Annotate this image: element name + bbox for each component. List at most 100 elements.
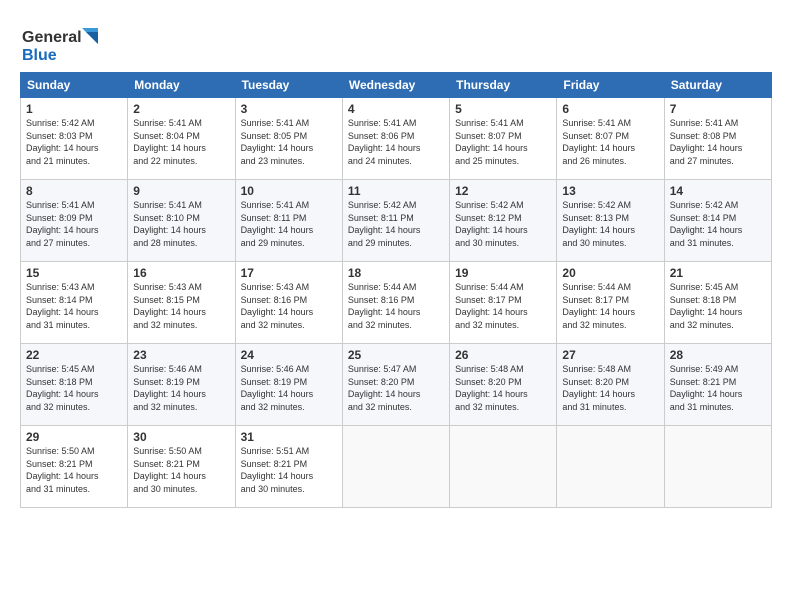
day-number: 27 [562, 348, 658, 362]
weekday-header-sunday: Sunday [21, 73, 128, 98]
day-number: 23 [133, 348, 229, 362]
calendar-cell: 5Sunrise: 5:41 AM Sunset: 8:07 PM Daylig… [450, 98, 557, 180]
calendar-cell: 9Sunrise: 5:41 AM Sunset: 8:10 PM Daylig… [128, 180, 235, 262]
day-info: Sunrise: 5:42 AM Sunset: 8:03 PM Dayligh… [26, 117, 122, 167]
calendar-week-5: 29Sunrise: 5:50 AM Sunset: 8:21 PM Dayli… [21, 426, 772, 508]
calendar-week-4: 22Sunrise: 5:45 AM Sunset: 8:18 PM Dayli… [21, 344, 772, 426]
day-info: Sunrise: 5:43 AM Sunset: 8:14 PM Dayligh… [26, 281, 122, 331]
day-number: 26 [455, 348, 551, 362]
day-info: Sunrise: 5:45 AM Sunset: 8:18 PM Dayligh… [670, 281, 766, 331]
day-info: Sunrise: 5:49 AM Sunset: 8:21 PM Dayligh… [670, 363, 766, 413]
day-info: Sunrise: 5:44 AM Sunset: 8:16 PM Dayligh… [348, 281, 444, 331]
calendar-cell: 17Sunrise: 5:43 AM Sunset: 8:16 PM Dayli… [235, 262, 342, 344]
calendar-week-1: 1Sunrise: 5:42 AM Sunset: 8:03 PM Daylig… [21, 98, 772, 180]
calendar-cell [450, 426, 557, 508]
calendar-cell: 23Sunrise: 5:46 AM Sunset: 8:19 PM Dayli… [128, 344, 235, 426]
logo: General Blue [20, 22, 110, 66]
weekday-header-saturday: Saturday [664, 73, 771, 98]
day-info: Sunrise: 5:41 AM Sunset: 8:06 PM Dayligh… [348, 117, 444, 167]
day-number: 4 [348, 102, 444, 116]
day-number: 8 [26, 184, 122, 198]
day-number: 28 [670, 348, 766, 362]
day-info: Sunrise: 5:41 AM Sunset: 8:09 PM Dayligh… [26, 199, 122, 249]
calendar-cell: 2Sunrise: 5:41 AM Sunset: 8:04 PM Daylig… [128, 98, 235, 180]
calendar-cell: 3Sunrise: 5:41 AM Sunset: 8:05 PM Daylig… [235, 98, 342, 180]
day-info: Sunrise: 5:41 AM Sunset: 8:05 PM Dayligh… [241, 117, 337, 167]
day-info: Sunrise: 5:43 AM Sunset: 8:15 PM Dayligh… [133, 281, 229, 331]
day-info: Sunrise: 5:42 AM Sunset: 8:13 PM Dayligh… [562, 199, 658, 249]
day-info: Sunrise: 5:42 AM Sunset: 8:14 PM Dayligh… [670, 199, 766, 249]
calendar-cell: 19Sunrise: 5:44 AM Sunset: 8:17 PM Dayli… [450, 262, 557, 344]
day-info: Sunrise: 5:41 AM Sunset: 8:04 PM Dayligh… [133, 117, 229, 167]
day-info: Sunrise: 5:42 AM Sunset: 8:11 PM Dayligh… [348, 199, 444, 249]
day-info: Sunrise: 5:45 AM Sunset: 8:18 PM Dayligh… [26, 363, 122, 413]
weekday-header-tuesday: Tuesday [235, 73, 342, 98]
day-number: 1 [26, 102, 122, 116]
calendar-cell: 1Sunrise: 5:42 AM Sunset: 8:03 PM Daylig… [21, 98, 128, 180]
day-info: Sunrise: 5:48 AM Sunset: 8:20 PM Dayligh… [455, 363, 551, 413]
day-info: Sunrise: 5:50 AM Sunset: 8:21 PM Dayligh… [26, 445, 122, 495]
header: General Blue [20, 18, 772, 66]
day-number: 19 [455, 266, 551, 280]
calendar-cell: 24Sunrise: 5:46 AM Sunset: 8:19 PM Dayli… [235, 344, 342, 426]
calendar-header: SundayMondayTuesdayWednesdayThursdayFrid… [21, 73, 772, 98]
calendar-cell: 12Sunrise: 5:42 AM Sunset: 8:12 PM Dayli… [450, 180, 557, 262]
calendar-cell [342, 426, 449, 508]
calendar-cell [557, 426, 664, 508]
day-number: 18 [348, 266, 444, 280]
calendar-week-3: 15Sunrise: 5:43 AM Sunset: 8:14 PM Dayli… [21, 262, 772, 344]
calendar-week-2: 8Sunrise: 5:41 AM Sunset: 8:09 PM Daylig… [21, 180, 772, 262]
day-info: Sunrise: 5:43 AM Sunset: 8:16 PM Dayligh… [241, 281, 337, 331]
logo-svg: General Blue [20, 22, 110, 66]
weekday-header-row: SundayMondayTuesdayWednesdayThursdayFrid… [21, 73, 772, 98]
calendar-cell: 14Sunrise: 5:42 AM Sunset: 8:14 PM Dayli… [664, 180, 771, 262]
day-number: 20 [562, 266, 658, 280]
calendar-cell: 29Sunrise: 5:50 AM Sunset: 8:21 PM Dayli… [21, 426, 128, 508]
calendar-cell: 8Sunrise: 5:41 AM Sunset: 8:09 PM Daylig… [21, 180, 128, 262]
day-info: Sunrise: 5:46 AM Sunset: 8:19 PM Dayligh… [241, 363, 337, 413]
calendar-cell: 13Sunrise: 5:42 AM Sunset: 8:13 PM Dayli… [557, 180, 664, 262]
day-info: Sunrise: 5:46 AM Sunset: 8:19 PM Dayligh… [133, 363, 229, 413]
calendar-cell: 25Sunrise: 5:47 AM Sunset: 8:20 PM Dayli… [342, 344, 449, 426]
calendar-cell: 10Sunrise: 5:41 AM Sunset: 8:11 PM Dayli… [235, 180, 342, 262]
day-number: 31 [241, 430, 337, 444]
day-number: 16 [133, 266, 229, 280]
calendar-cell: 7Sunrise: 5:41 AM Sunset: 8:08 PM Daylig… [664, 98, 771, 180]
day-info: Sunrise: 5:47 AM Sunset: 8:20 PM Dayligh… [348, 363, 444, 413]
calendar-cell: 6Sunrise: 5:41 AM Sunset: 8:07 PM Daylig… [557, 98, 664, 180]
calendar-cell: 21Sunrise: 5:45 AM Sunset: 8:18 PM Dayli… [664, 262, 771, 344]
day-number: 30 [133, 430, 229, 444]
calendar-cell: 18Sunrise: 5:44 AM Sunset: 8:16 PM Dayli… [342, 262, 449, 344]
day-number: 12 [455, 184, 551, 198]
day-number: 10 [241, 184, 337, 198]
day-number: 15 [26, 266, 122, 280]
day-info: Sunrise: 5:50 AM Sunset: 8:21 PM Dayligh… [133, 445, 229, 495]
calendar-cell: 4Sunrise: 5:41 AM Sunset: 8:06 PM Daylig… [342, 98, 449, 180]
calendar-cell: 31Sunrise: 5:51 AM Sunset: 8:21 PM Dayli… [235, 426, 342, 508]
day-info: Sunrise: 5:48 AM Sunset: 8:20 PM Dayligh… [562, 363, 658, 413]
weekday-header-wednesday: Wednesday [342, 73, 449, 98]
day-number: 22 [26, 348, 122, 362]
weekday-header-friday: Friday [557, 73, 664, 98]
calendar-cell: 20Sunrise: 5:44 AM Sunset: 8:17 PM Dayli… [557, 262, 664, 344]
weekday-header-thursday: Thursday [450, 73, 557, 98]
day-number: 17 [241, 266, 337, 280]
calendar-cell: 28Sunrise: 5:49 AM Sunset: 8:21 PM Dayli… [664, 344, 771, 426]
calendar-table: SundayMondayTuesdayWednesdayThursdayFrid… [20, 72, 772, 508]
calendar-cell: 11Sunrise: 5:42 AM Sunset: 8:11 PM Dayli… [342, 180, 449, 262]
day-number: 13 [562, 184, 658, 198]
day-number: 24 [241, 348, 337, 362]
calendar-cell: 16Sunrise: 5:43 AM Sunset: 8:15 PM Dayli… [128, 262, 235, 344]
calendar-cell: 30Sunrise: 5:50 AM Sunset: 8:21 PM Dayli… [128, 426, 235, 508]
day-info: Sunrise: 5:44 AM Sunset: 8:17 PM Dayligh… [562, 281, 658, 331]
day-info: Sunrise: 5:41 AM Sunset: 8:11 PM Dayligh… [241, 199, 337, 249]
calendar-cell: 22Sunrise: 5:45 AM Sunset: 8:18 PM Dayli… [21, 344, 128, 426]
weekday-header-monday: Monday [128, 73, 235, 98]
day-info: Sunrise: 5:42 AM Sunset: 8:12 PM Dayligh… [455, 199, 551, 249]
day-number: 11 [348, 184, 444, 198]
day-info: Sunrise: 5:41 AM Sunset: 8:10 PM Dayligh… [133, 199, 229, 249]
calendar-cell: 26Sunrise: 5:48 AM Sunset: 8:20 PM Dayli… [450, 344, 557, 426]
page: General Blue SundayMondayTuesdayWednesda… [0, 0, 792, 518]
calendar-body: 1Sunrise: 5:42 AM Sunset: 8:03 PM Daylig… [21, 98, 772, 508]
day-number: 3 [241, 102, 337, 116]
